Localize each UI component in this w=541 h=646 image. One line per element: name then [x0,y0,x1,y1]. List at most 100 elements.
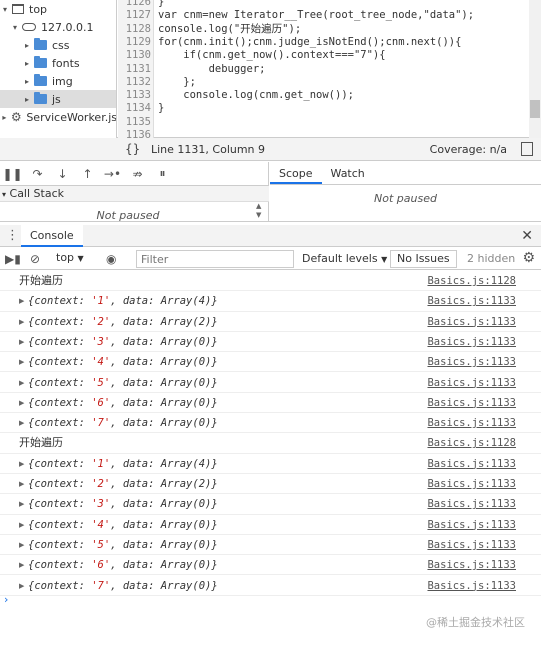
code-line[interactable]: 1129 for(cnm.init();cnm.judge_isNotEnd();… [118,36,541,49]
chevron-right-icon[interactable]: ▸ [22,41,32,50]
log-object[interactable]: {context: '6', data: Array(0)} [28,555,218,575]
tab-watch[interactable]: Watch [322,162,374,184]
line-number[interactable]: 1129 [118,36,151,49]
chevron-down-icon[interactable]: ▾ [10,23,20,32]
source-link[interactable]: Basics.js:1133 [427,474,516,494]
call-stack-header[interactable]: ▾ Call Stack [0,185,269,202]
expand-icon[interactable]: ▶ [19,474,24,494]
log-object[interactable]: {context: '1', data: Array(4)} [28,291,218,311]
log-object[interactable]: {context: '5', data: Array(0)} [28,373,218,393]
expand-icon[interactable]: ▶ [19,555,24,575]
chevron-right-icon[interactable]: ▸ [22,95,32,104]
source-link[interactable]: Basics.js:1133 [427,413,516,433]
tree-item-serviceworker-js[interactable]: ▸ ⚙ ServiceWorker.js [0,108,116,126]
step-over-icon[interactable]: ↷ [25,167,50,181]
source-link[interactable]: Basics.js:1128 [427,271,516,291]
clear-console-icon[interactable]: ⊘ [30,252,40,266]
log-object[interactable]: {context: '2', data: Array(2)} [28,312,218,332]
source-link[interactable]: Basics.js:1133 [427,373,516,393]
expand-icon[interactable]: ▶ [19,291,24,311]
tab-scope[interactable]: Scope [270,162,322,184]
expand-icon[interactable]: ▶ [19,312,24,332]
code-line[interactable]: 1132 }; [118,76,541,89]
line-number[interactable]: 1135 [118,116,151,129]
expand-icon[interactable]: ▶ [19,576,24,596]
sidebar-toggle-icon[interactable]: ▶▮ [5,252,21,266]
step-into-icon[interactable]: ↓ [50,167,75,181]
editor-scrollbar[interactable] [529,0,541,138]
chevron-down-icon[interactable]: ▾ [0,5,10,14]
line-number[interactable]: 1127 [118,9,151,22]
line-number[interactable]: 1130 [118,49,151,62]
source-link[interactable]: Basics.js:1133 [427,332,516,352]
tree-item-top[interactable]: ▾ top [0,0,116,18]
close-icon[interactable]: ✕ [521,228,533,244]
gear-icon[interactable]: ⚙ [522,250,535,266]
source-link[interactable]: Basics.js:1133 [427,312,516,332]
code-line[interactable]: 1131 debugger; [118,63,541,76]
line-number[interactable]: 1132 [118,76,151,89]
tree-item-fonts[interactable]: ▸ fonts [0,54,116,72]
eye-icon[interactable]: ◉ [106,252,116,266]
line-number[interactable]: 1126 [118,0,151,9]
log-object[interactable]: {context: '7', data: Array(0)} [28,413,218,433]
console-prompt[interactable]: › [4,593,8,606]
pause-icon[interactable]: ❚❚ [0,167,25,181]
line-number[interactable]: 1136 [118,129,151,138]
log-object[interactable]: {context: '5', data: Array(0)} [28,535,218,555]
source-link[interactable]: Basics.js:1133 [427,454,516,474]
tree-item-127-0-0-1[interactable]: ▾ 127.0.0.1 [0,18,116,36]
chevron-right-icon[interactable]: ▸ [22,59,32,68]
log-object[interactable]: {context: '2', data: Array(2)} [28,474,218,494]
code-line[interactable]: 1127 var cnm=new Iterator__Tree(root_tree… [118,9,541,22]
expand-icon[interactable]: ▶ [19,454,24,474]
log-object[interactable]: {context: '7', data: Array(0)} [28,576,218,596]
code-line[interactable]: 1136 [118,129,541,138]
expand-icon[interactable]: ▶ [19,332,24,352]
line-number[interactable]: 1134 [118,102,151,115]
log-object[interactable]: {context: '6', data: Array(0)} [28,393,218,413]
chevron-right-icon[interactable]: ▸ [22,77,32,86]
more-options-icon[interactable]: ⋮ [6,228,19,243]
pretty-print-icon[interactable]: {} [125,142,140,156]
expand-icon[interactable]: ▶ [19,494,24,514]
context-selector[interactable]: top ▼ [56,251,84,264]
tab-console[interactable]: Console [21,225,83,247]
code-line[interactable]: 1128 console.log("开始遍历"); [118,23,541,36]
chevron-right-icon[interactable]: ▸ [0,113,9,122]
tree-item-img[interactable]: ▸ img [0,72,116,90]
expand-icon[interactable]: ▶ [19,515,24,535]
source-link[interactable]: Basics.js:1128 [427,433,516,453]
step-out-icon[interactable]: ↑ [75,167,100,181]
code-editor[interactable]: 1126} 1127 var cnm=new Iterator__Tree(root… [118,0,541,138]
source-link[interactable]: Basics.js:1133 [427,515,516,535]
code-line[interactable]: 1126} [118,0,541,9]
source-link[interactable]: Basics.js:1133 [427,291,516,311]
log-object[interactable]: {context: '4', data: Array(0)} [28,515,218,535]
log-levels-dropdown[interactable]: Default levels ▼ [302,252,387,265]
source-link[interactable]: Basics.js:1133 [427,494,516,514]
code-line[interactable]: 1133 console.log(cnm.get_now()); [118,89,541,102]
deactivate-breakpoints-icon[interactable]: ⇏ [125,167,150,181]
filter-input[interactable] [136,250,294,268]
source-link[interactable]: Basics.js:1133 [427,393,516,413]
code-line[interactable]: 1130 if(cnm.get_now().context==="7"){ [118,49,541,62]
line-number[interactable]: 1133 [118,89,151,102]
tree-item-css[interactable]: ▸ css [0,36,116,54]
call-stack-scrollbar[interactable]: ▲ ▼ [256,202,266,221]
expand-icon[interactable]: ▶ [19,373,24,393]
pause-on-exceptions-icon[interactable]: ⏸ [150,166,175,181]
log-object[interactable]: {context: '1', data: Array(4)} [28,454,218,474]
issues-button[interactable]: No Issues [390,250,457,268]
source-link[interactable]: Basics.js:1133 [427,555,516,575]
log-object[interactable]: {context: '4', data: Array(0)} [28,352,218,372]
expand-icon[interactable]: ▶ [19,352,24,372]
source-link[interactable]: Basics.js:1133 [427,576,516,596]
source-link[interactable]: Basics.js:1133 [427,352,516,372]
tree-item-js[interactable]: ▸ js [0,90,116,108]
editor-scroll-thumb[interactable] [530,100,540,118]
log-object[interactable]: {context: '3', data: Array(0)} [28,494,218,514]
coverage-icon[interactable] [521,142,533,156]
expand-icon[interactable]: ▶ [19,535,24,555]
log-object[interactable]: {context: '3', data: Array(0)} [28,332,218,352]
